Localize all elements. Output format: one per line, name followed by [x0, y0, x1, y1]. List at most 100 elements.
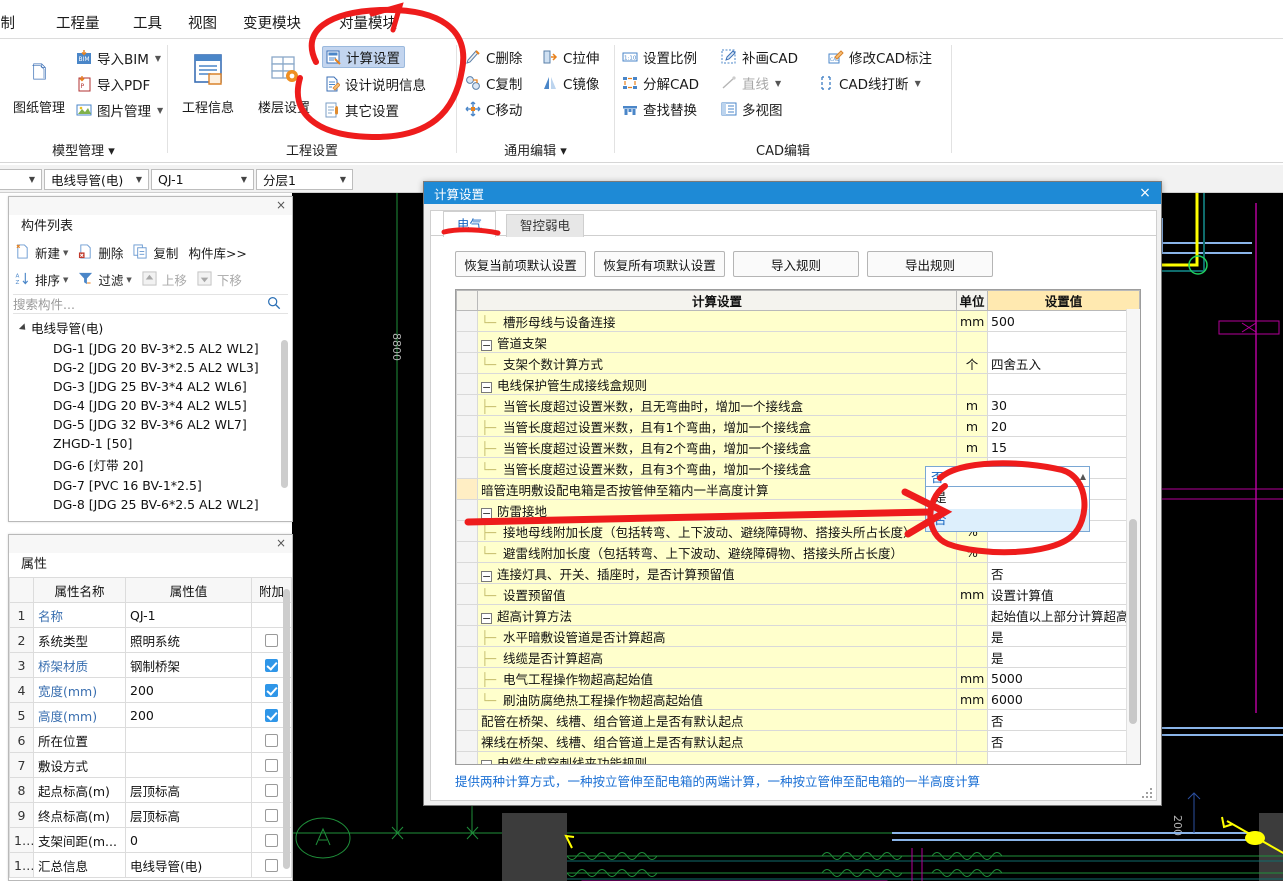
row-gutter[interactable] [456, 646, 478, 668]
row-prop-value[interactable]: 钢制桥架 [125, 652, 252, 678]
sort-button[interactable]: AZ 排序 ▼ [15, 270, 68, 289]
ribbon-group-title-general-edit[interactable]: 通用编辑 ▾ [457, 140, 614, 159]
ribbon-tab-draw[interactable]: 绘制 [0, 12, 15, 33]
attach-checkbox[interactable] [265, 783, 278, 797]
tab-smart-weak-electric[interactable]: 智控弱电 [506, 214, 585, 237]
dropdown-option-no[interactable]: 否 [926, 509, 1089, 531]
floor-setting-button[interactable]: 楼层设置 [248, 45, 320, 116]
table-row[interactable]: └─ 支架个数计算方式 个四舍五入 [456, 352, 1140, 374]
ribbon-tab-change-module[interactable]: 变更模块 [243, 12, 301, 33]
delete-component-button[interactable]: 删除 [78, 243, 123, 262]
row-gutter[interactable] [456, 394, 478, 416]
table-row[interactable]: ├─ 线缆是否计算超高 是 [456, 646, 1140, 668]
c-stretch-button[interactable]: C拉伸 [542, 46, 599, 68]
row-value[interactable]: 15 [987, 436, 1140, 458]
table-row[interactable]: 配管在桥架、线槽、组合管道上是否有默认起点 否 [456, 709, 1140, 731]
row-value[interactable]: 6000 [987, 688, 1140, 710]
table-row[interactable]: − 管道支架 [456, 331, 1140, 353]
row-gutter[interactable] [456, 373, 478, 395]
list-item[interactable]: DG-8 [JDG 25 BV-6*2.5 AL2 WL2] [11, 495, 290, 514]
row-gutter[interactable] [456, 562, 478, 584]
row-prop-value[interactable]: 照明系统 [125, 627, 252, 653]
row-prop-value[interactable] [125, 752, 252, 778]
image-manage-button[interactable]: 图片管理 ▼ [76, 99, 163, 121]
attach-checkbox[interactable] [265, 733, 278, 747]
row-value[interactable]: 20 [987, 415, 1140, 437]
chevron-up-icon[interactable]: ▲ [1080, 472, 1086, 481]
combo-component-type[interactable]: 电线导管(电) ▼ [44, 169, 149, 190]
ribbon-tab-quantity[interactable]: 工程量 [56, 12, 100, 33]
row-prop-value[interactable]: 层顶标高 [125, 802, 252, 828]
move-down-button[interactable]: 下移 [197, 270, 242, 289]
row-value[interactable]: 是 [987, 646, 1140, 668]
table-row[interactable]: − 超高计算方法 起始值以上部分计算超高 [456, 604, 1140, 626]
edit-cad-dim-button[interactable]: CAD 修改CAD标注 [828, 46, 932, 68]
row-value[interactable]: 起始值以上部分计算超高 [987, 604, 1140, 626]
table-row[interactable]: ├─ 当管长度超过设置米数，且有1个弯曲，增加一个接线盒 m 20 [456, 415, 1140, 437]
combo-component-name[interactable]: QJ-1 ▼ [151, 169, 254, 190]
row-gutter[interactable] [456, 730, 478, 752]
row-value[interactable] [987, 541, 1140, 563]
row-value[interactable]: 30 [987, 394, 1140, 416]
c-move-button[interactable]: C移动 [465, 98, 522, 120]
row-gutter[interactable] [456, 625, 478, 647]
calc-setting-button[interactable]: 计算设置 [322, 46, 405, 68]
table-row[interactable]: ├─ 当管长度超过设置米数，且有2个弯曲，增加一个接线盒 m 15 [456, 436, 1140, 458]
row-value[interactable]: 设置计算值 [987, 583, 1140, 605]
row-gutter[interactable] [456, 751, 478, 764]
row-gutter[interactable] [456, 667, 478, 689]
row-value[interactable]: 否 [987, 730, 1140, 752]
table-row[interactable]: 7 敷设方式 [9, 752, 292, 778]
row-gutter[interactable] [456, 331, 478, 353]
multi-view-button[interactable]: 多视图 [721, 98, 783, 120]
row-gutter[interactable] [456, 457, 478, 479]
table-row[interactable]: 10 支架间距(m... 0 [9, 827, 292, 853]
drawing-manage-button[interactable]: 图纸管理 [3, 45, 75, 116]
project-info-button[interactable]: 工程信息 [172, 45, 244, 116]
table-row[interactable]: └─ 避雷线附加长度（包括转弯、上下波动、避绕障碍物、搭接头所占长度）% [456, 541, 1140, 563]
table-row[interactable]: └─ 刷油防腐绝热工程操作物超高起始值 mm 6000 [456, 688, 1140, 710]
row-prop-value[interactable]: 0 [125, 827, 252, 853]
design-note-button[interactable]: 设计说明信息 [324, 73, 426, 95]
import-bim-button[interactable]: BIM 导入BIM ▼ [76, 47, 161, 69]
row-value[interactable]: 是 [987, 625, 1140, 647]
combo-0[interactable]: ▼ [0, 169, 42, 190]
ribbon-tab-tools[interactable]: 工具 [133, 12, 162, 33]
component-tree[interactable]: 电线导管(电) DG-1 [JDG 20 BV-3*2.5 AL2 WL2] D… [11, 316, 290, 528]
find-replace-button[interactable]: 查找替换 [622, 98, 697, 120]
component-search-box[interactable] [13, 294, 288, 314]
line-button[interactable]: 直线 ▼ [721, 72, 781, 94]
table-row[interactable]: 裸线在桥架、线槽、组合管道上是否有默认起点 否 [456, 730, 1140, 752]
table-row[interactable]: ├─ 当管长度超过设置米数，且无弯曲时，增加一个接线盒 m 30 [456, 394, 1140, 416]
row-gutter[interactable] [456, 583, 478, 605]
attach-checkbox[interactable] [265, 858, 278, 872]
explode-cad-button[interactable]: 分解CAD [622, 72, 699, 94]
list-item[interactable]: DG-6 [灯带 20] [11, 453, 290, 476]
list-item[interactable]: DG-7 [PVC 16 BV-1*2.5] [11, 476, 290, 495]
attach-checkbox[interactable] [265, 758, 278, 772]
c-delete-button[interactable]: C删除 [465, 46, 522, 68]
row-prop-value[interactable]: QJ-1 [125, 602, 252, 628]
export-rule-button[interactable]: 导出规则 [867, 251, 993, 277]
row-gutter[interactable] [456, 436, 478, 458]
attach-checkbox[interactable] [265, 683, 278, 697]
list-item[interactable]: DG-2 [JDG 20 BV-3*2.5 AL2 WL3] [11, 358, 290, 377]
list-item[interactable]: DG-4 [JDG 20 BV-3*4 AL2 WL5] [11, 396, 290, 415]
table-row[interactable]: ├─ 电气工程操作物超高起始值 mm 5000 [456, 667, 1140, 689]
row-value[interactable] [987, 331, 1140, 353]
table-row[interactable]: 9 终点标高(m) 层顶标高 [9, 802, 292, 828]
list-item[interactable]: ZHGD-1 [50] [11, 434, 290, 453]
row-value[interactable]: 否 [987, 562, 1140, 584]
row-prop-value[interactable]: 200 [125, 702, 252, 728]
table-row[interactable]: 11 汇总信息 电线导管(电) [9, 852, 292, 878]
tab-electrical[interactable]: 电气 [443, 211, 497, 237]
row-value[interactable]: 四舍五入 [987, 352, 1140, 374]
collapse-icon[interactable]: − [481, 570, 492, 582]
list-item[interactable]: DG-1 [JDG 20 BV-3*2.5 AL2 WL2] [11, 339, 290, 358]
table-row[interactable]: − 电线保护管生成接线盒规则 [456, 373, 1140, 395]
import-pdf-button[interactable]: P 导入PDF [76, 73, 150, 95]
row-prop-value[interactable]: 层顶标高 [125, 777, 252, 803]
row-gutter[interactable] [456, 709, 478, 731]
attach-checkbox[interactable] [265, 833, 278, 847]
search-input[interactable] [13, 296, 267, 312]
